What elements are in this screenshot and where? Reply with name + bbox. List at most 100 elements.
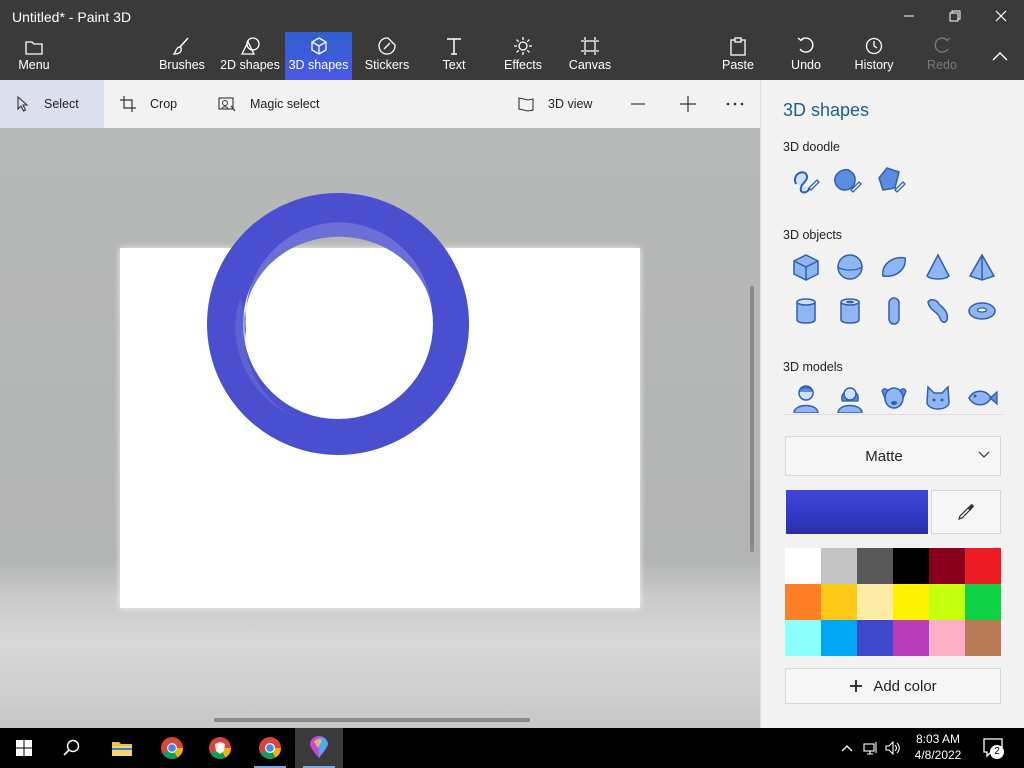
palette-swatch[interactable] [929, 548, 965, 584]
window-title: Untitled* - Paint 3D [12, 9, 132, 25]
start-button[interactable] [0, 728, 48, 768]
close-button[interactable] [978, 0, 1024, 32]
2d-shapes-button[interactable]: 2D shapes [218, 32, 282, 80]
cone-icon[interactable] [920, 249, 956, 285]
pyramid-icon[interactable] [964, 249, 1000, 285]
add-color-button[interactable]: Add color [785, 668, 1001, 704]
zoom-in-button[interactable] [679, 80, 699, 128]
menu-button[interactable]: Menu [8, 32, 60, 80]
magic-select-button[interactable]: Magic select [218, 80, 338, 128]
horizontal-scrollbar[interactable] [214, 718, 530, 722]
cylinder-icon[interactable] [788, 293, 824, 329]
paste-button[interactable]: Paste [714, 32, 762, 80]
woman-icon[interactable] [832, 380, 868, 416]
current-color-swatch[interactable] [786, 490, 928, 534]
palette-swatch[interactable] [821, 620, 857, 656]
crop-tool-button[interactable]: Crop [120, 80, 200, 128]
3d-donut-object[interactable] [0, 128, 760, 728]
dog-icon[interactable] [876, 380, 912, 416]
palette-swatch[interactable] [821, 548, 857, 584]
restore-button[interactable] [932, 0, 978, 32]
vertical-scrollbar[interactable] [750, 286, 754, 552]
workspace[interactable] [0, 128, 760, 728]
tube-icon[interactable] [832, 293, 868, 329]
folder-icon [25, 41, 43, 55]
palette-swatch[interactable] [785, 620, 821, 656]
chrome-taskbar-button[interactable] [148, 728, 196, 768]
stickers-label: Stickers [364, 58, 410, 72]
3d-shapes-label: 3D shapes [288, 58, 349, 72]
security-browser-taskbar-button[interactable] [196, 728, 244, 768]
palette-swatch[interactable] [857, 620, 893, 656]
ellipsis-icon [726, 102, 744, 106]
donut-ring [207, 193, 469, 455]
select-tool-button[interactable]: Select [0, 80, 104, 128]
search-button[interactable] [48, 728, 96, 768]
redo-button[interactable]: Redo [918, 32, 966, 80]
paint-3d-taskbar-button[interactable] [295, 728, 343, 768]
finish-dropdown[interactable]: Matte [785, 436, 1001, 476]
canvas-button[interactable]: Canvas [566, 32, 614, 80]
cube-icon[interactable] [788, 249, 824, 285]
network-button[interactable] [860, 728, 882, 768]
sharp-edge-doodle-icon[interactable] [787, 162, 823, 198]
zoom-out-button[interactable] [630, 80, 650, 128]
soft-edge-doodle-icon[interactable] [829, 162, 865, 198]
text-button[interactable]: Text [430, 32, 478, 80]
palette-swatch[interactable] [857, 584, 893, 620]
notification-count: 2 [990, 745, 1004, 759]
select-label: Select [44, 97, 79, 111]
2d-shapes-label: 2D shapes [220, 58, 280, 72]
palette-swatch[interactable] [893, 620, 929, 656]
hemisphere-icon[interactable] [876, 249, 912, 285]
palette-swatch[interactable] [893, 548, 929, 584]
chrome-running-taskbar-button[interactable] [246, 728, 294, 768]
palette-swatch[interactable] [965, 620, 1001, 656]
palette-swatch[interactable] [893, 584, 929, 620]
palette-swatch[interactable] [785, 584, 821, 620]
file-explorer-taskbar-button[interactable] [98, 728, 146, 768]
more-options-button[interactable] [726, 80, 750, 128]
curved-tube-icon[interactable] [920, 293, 956, 329]
palette-swatch[interactable] [929, 620, 965, 656]
3d-shapes-button[interactable]: 3D shapes [285, 32, 352, 80]
palette-swatch[interactable] [929, 584, 965, 620]
sphere-icon[interactable] [832, 249, 868, 285]
shield-browser-icon [209, 737, 231, 759]
minimize-button[interactable] [886, 0, 932, 32]
stickers-button[interactable]: Stickers [360, 32, 414, 80]
cat-icon[interactable] [920, 380, 956, 416]
tube-doodle-icon[interactable] [873, 162, 909, 198]
action-center-button[interactable]: 2 [982, 736, 1004, 759]
palette-swatch[interactable] [857, 548, 893, 584]
palette-swatch[interactable] [965, 548, 1001, 584]
fish-icon[interactable] [964, 380, 1000, 416]
capsule-icon[interactable] [876, 293, 912, 329]
3d-view-button[interactable]: 3D view [518, 80, 598, 128]
magic-select-label: Magic select [250, 97, 320, 111]
palette-swatch[interactable] [965, 584, 1001, 620]
palette-swatch[interactable] [785, 548, 821, 584]
redo-label: Redo [927, 58, 957, 72]
collapse-toolbar-button[interactable] [980, 32, 1020, 80]
text-icon [447, 38, 461, 55]
text-label: Text [442, 58, 466, 72]
effects-button[interactable]: Effects [499, 32, 547, 80]
history-button[interactable]: History [848, 32, 900, 80]
system-clock[interactable]: 8:03 AM 4/8/2022 [904, 731, 972, 763]
donut-icon[interactable] [964, 293, 1000, 329]
minimize-icon [904, 15, 914, 17]
eyedropper-button[interactable] [931, 490, 1001, 534]
man-icon[interactable] [788, 380, 824, 416]
search-icon [63, 739, 80, 756]
undo-button[interactable]: Undo [782, 32, 830, 80]
crop-label: Crop [150, 97, 178, 111]
show-hidden-icons-button[interactable] [836, 728, 858, 768]
palette-swatch[interactable] [821, 584, 857, 620]
brushes-button[interactable]: Brushes [154, 32, 210, 80]
volume-button[interactable] [882, 728, 904, 768]
menu-label: Menu [18, 58, 50, 72]
sub-toolbar: Select Crop Magic select 3D view [0, 80, 760, 128]
history-label: History [854, 58, 894, 72]
effects-icon [514, 37, 532, 55]
